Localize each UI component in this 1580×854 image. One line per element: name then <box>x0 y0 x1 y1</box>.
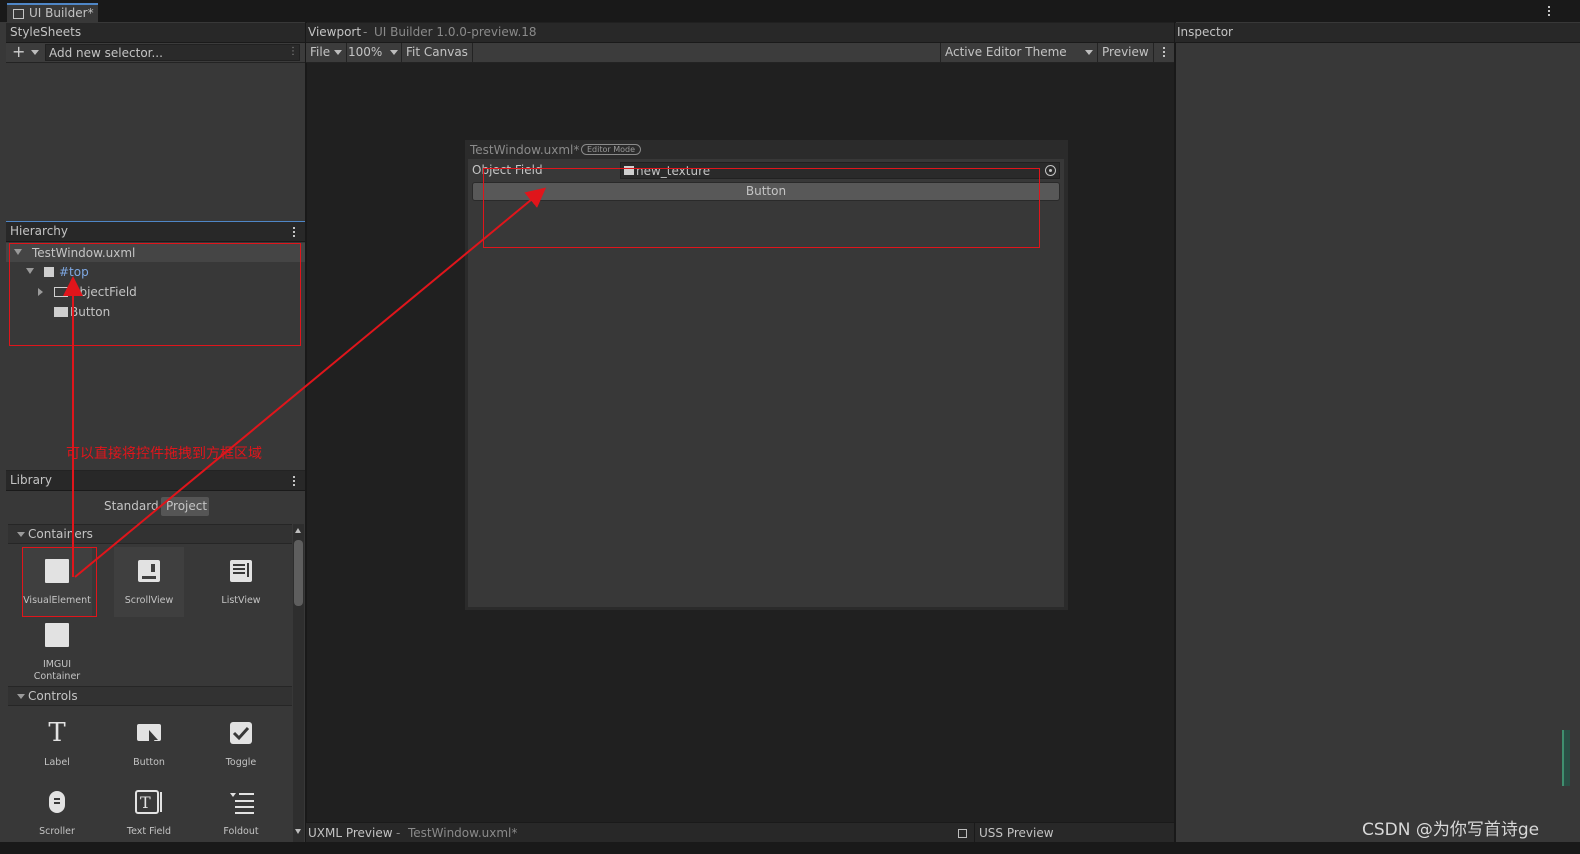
arrow-to-canvas <box>74 187 547 578</box>
annotation-text: 可以直接将控件拖拽到方框区域 <box>66 446 262 462</box>
annotation-arrows <box>63 187 547 578</box>
watermark: CSDN @为你写首诗ge <box>1362 820 1540 840</box>
